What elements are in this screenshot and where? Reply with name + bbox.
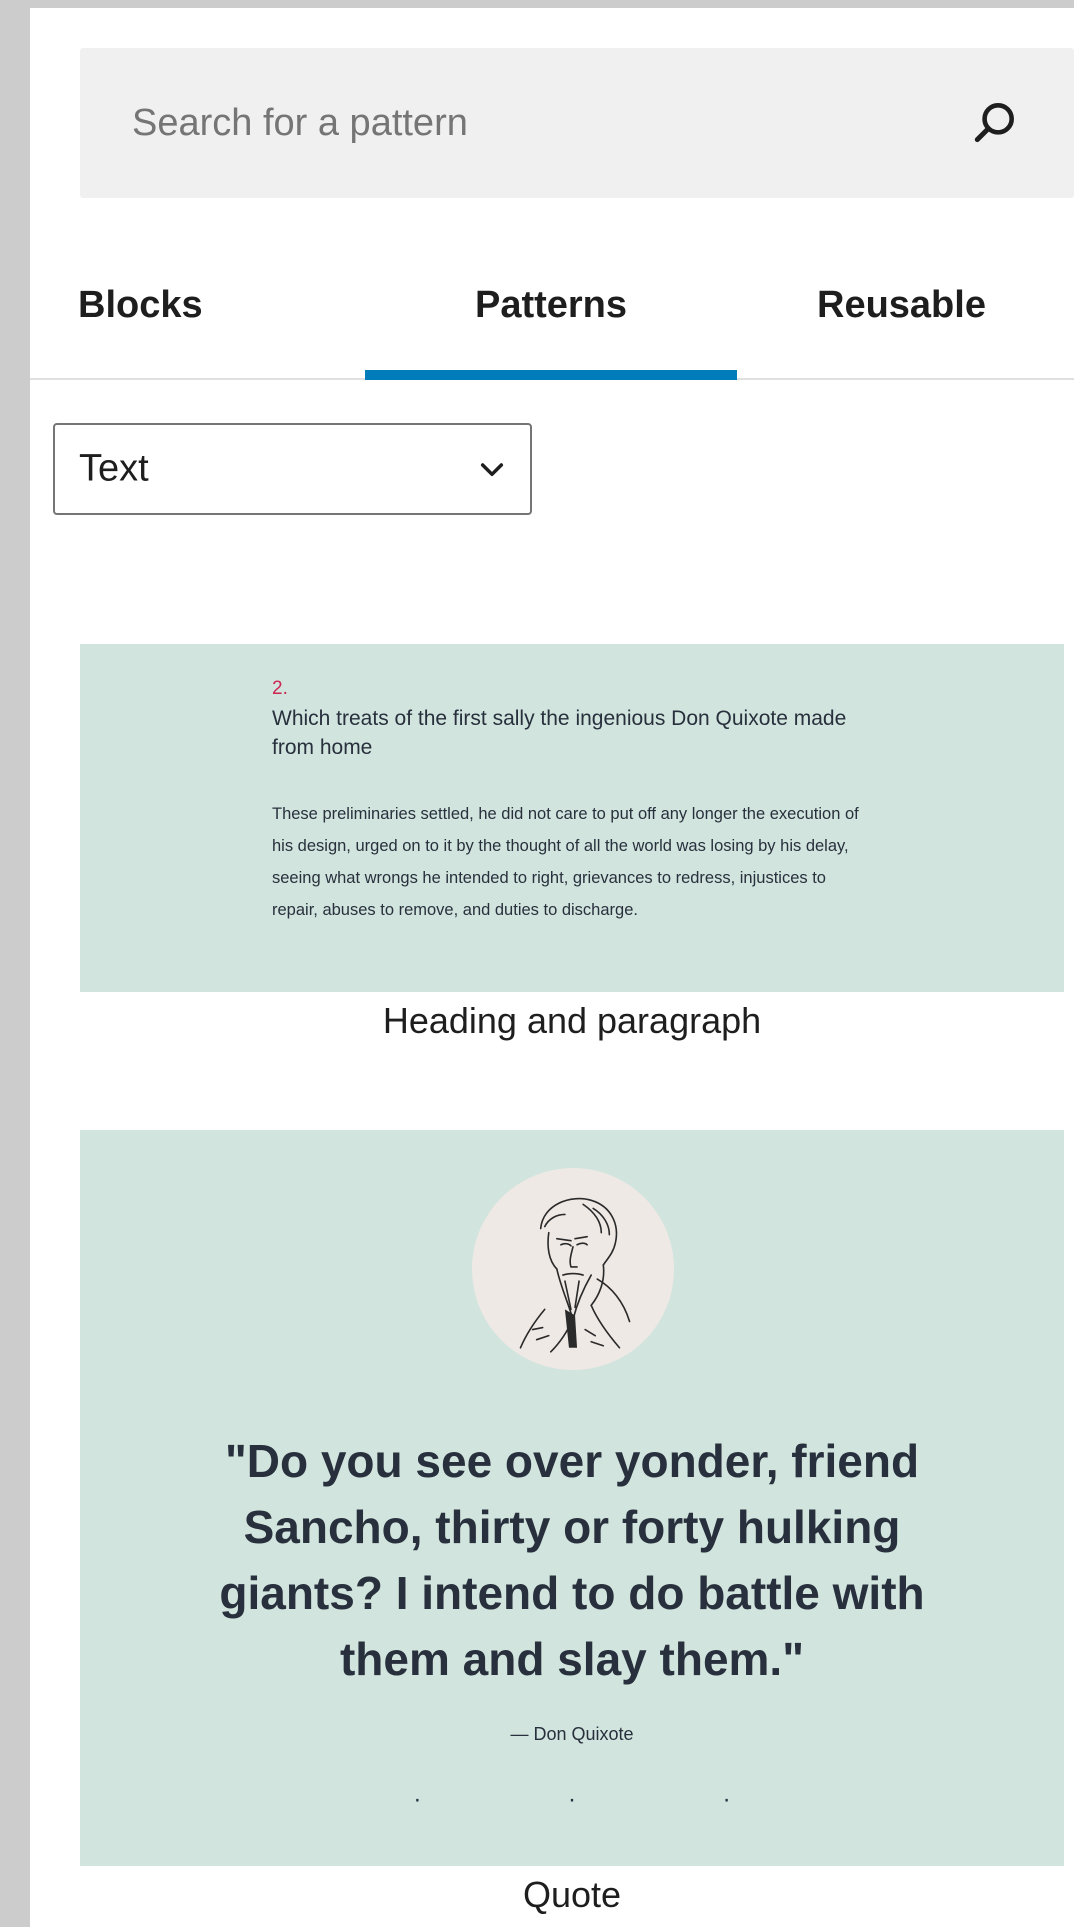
selected-category: Text: [79, 447, 149, 490]
preview-paragraph: These preliminaries settled, he did not …: [272, 805, 859, 919]
pattern-search: [80, 48, 1074, 198]
portrait-drawing: [519, 1197, 631, 1353]
quote-citation: — Don Quixote: [510, 1724, 634, 1744]
search-icon[interactable]: [970, 98, 1020, 148]
tab-label: Blocks: [78, 284, 203, 326]
tab-label: Reusable: [817, 284, 986, 326]
chapter-number: 2.: [272, 678, 288, 699]
preview-heading: Which treats of the first sally the inge…: [272, 707, 847, 759]
tab-blocks[interactable]: Blocks: [30, 270, 375, 380]
tab-label: Patterns: [474, 284, 628, 326]
pattern-preview-heading-paragraph[interactable]: 2. Which treats of the first sally the i…: [80, 644, 1064, 992]
pattern-title: Heading and paragraph: [382, 1000, 762, 1041]
pattern-category-select[interactable]: Text: [53, 423, 532, 515]
don-quixote-portrait: [472, 1168, 674, 1370]
pattern-preview-quote[interactable]: "Do you see over yonder, friend Sancho, …: [80, 1130, 1064, 1866]
search-input[interactable]: [80, 48, 1074, 198]
quote-text: "Do you see over yonder, friend Sancho, …: [219, 1435, 925, 1685]
pattern-title: Quote: [522, 1874, 622, 1915]
block-inserter-panel: Blocks Patterns Reusable Text 2. Which t…: [30, 8, 1074, 1927]
tab-patterns[interactable]: Patterns: [365, 270, 737, 380]
tab-reusable[interactable]: Reusable: [737, 270, 1074, 380]
separator-dots: · · ·: [413, 1786, 801, 1813]
chevron-down-icon: [480, 463, 504, 477]
inserter-tabs: Blocks Patterns Reusable: [30, 270, 1074, 380]
